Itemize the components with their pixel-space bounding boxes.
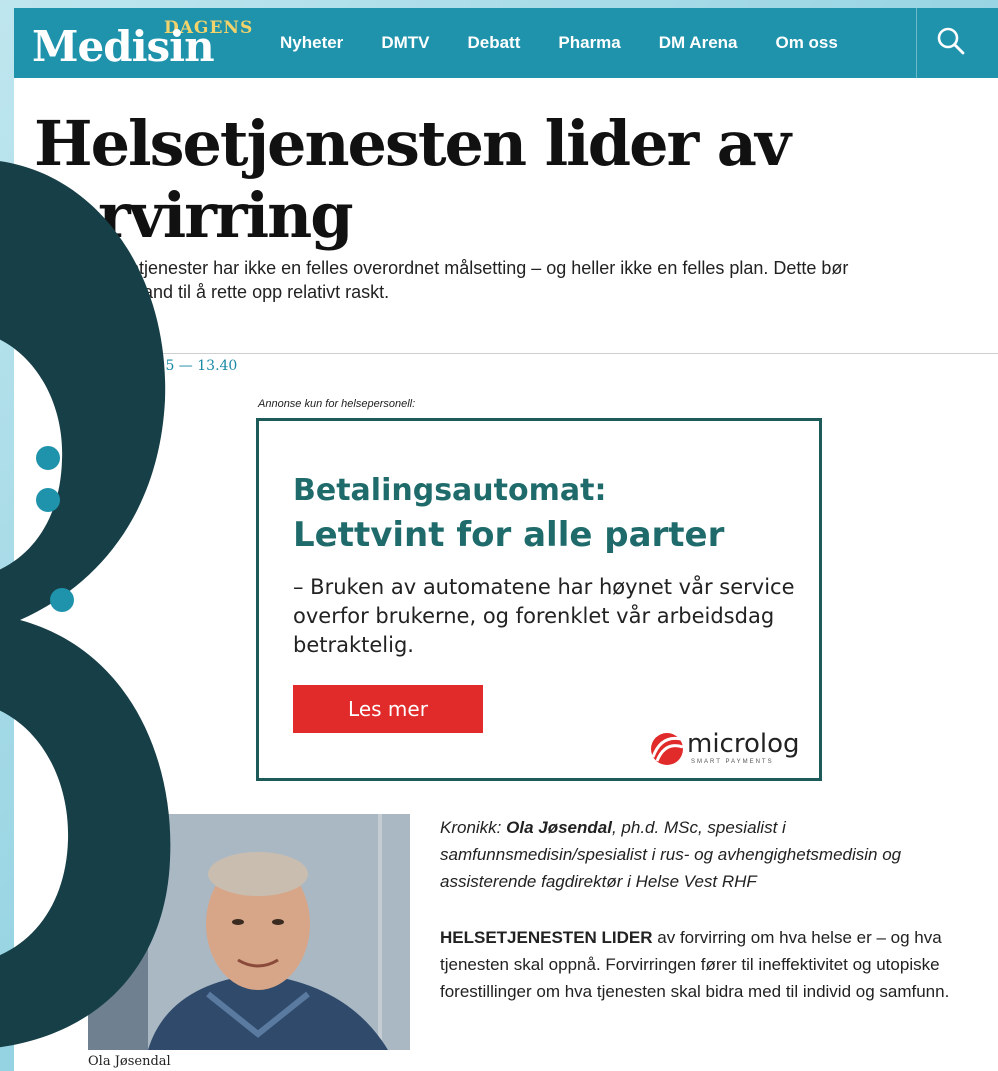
- main-nav: Nyheter DMTV Debatt Pharma DM Arena Om o…: [280, 8, 876, 78]
- ad-brand-name: microlog: [687, 729, 800, 759]
- advertisement[interactable]: Betalingsautomat: Lettvint for alle part…: [256, 418, 822, 781]
- nav-item-dmtv[interactable]: DMTV: [381, 33, 429, 53]
- site-logo[interactable]: DAGENS Medisin: [32, 18, 252, 70]
- article-page: DAGENS Medisin Nyheter DMTV Debatt Pharm…: [14, 8, 998, 1071]
- author-name: Ola Jøsendal: [506, 818, 612, 837]
- headline-line-1: Helsetjenesten lider av: [34, 107, 791, 180]
- article-headline: Helsetjenesten lider av forvirring: [34, 108, 934, 252]
- logo-big-text: Medisin: [32, 22, 215, 71]
- photo-caption: Ola Jøsendal: [88, 1054, 171, 1069]
- ad-brand-tagline: SMART PAYMENTS: [691, 759, 774, 765]
- ad-heading-1: Betalingsautomat:: [293, 473, 607, 508]
- divider-line: [34, 353, 998, 354]
- microlog-mark-icon: [651, 733, 684, 765]
- byline-prefix: Kronikk:: [440, 818, 507, 837]
- nav-item-dm-arena[interactable]: DM Arena: [659, 33, 738, 53]
- body-lead-caps: HELSETJENESTEN LIDER: [440, 928, 653, 947]
- lead-line-1: helsetjenester har ikke en felles overor…: [96, 258, 849, 278]
- ad-label: Annonse kun for helsepersonell:: [258, 398, 416, 410]
- headline-line-2: forvirring: [34, 179, 354, 252]
- nav-item-debatt[interactable]: Debatt: [467, 33, 520, 53]
- nav-item-nyheter[interactable]: Nyheter: [280, 33, 343, 53]
- microlog-logo: microlog SMART PAYMENTS: [647, 727, 817, 771]
- article-byline: Kronikk: Ola Jøsendal, ph.d. MSc, spesia…: [440, 814, 960, 895]
- ad-read-more-button[interactable]: Les mer: [293, 685, 483, 733]
- article-body: HELSETJENESTEN LIDER av forvirring om hv…: [440, 924, 960, 1005]
- lead-line-2: i stand til å rette opp relativt raskt.: [120, 282, 390, 302]
- publish-date: 08-25 — 13.40: [134, 358, 238, 374]
- nav-item-pharma[interactable]: Pharma: [558, 33, 620, 53]
- nav-divider: [916, 8, 917, 78]
- nav-item-om-oss[interactable]: Om oss: [775, 33, 837, 53]
- ad-heading-2: Lettvint for alle parter: [293, 515, 725, 555]
- article-lead: helsetjenester har ikke en felles overor…: [34, 256, 994, 304]
- ad-body-text: – Bruken av automatene har høynet vår se…: [293, 575, 795, 657]
- author-photo: [88, 814, 410, 1050]
- top-navigation-bar: DAGENS Medisin Nyheter DMTV Debatt Pharm…: [14, 8, 998, 78]
- search-icon[interactable]: [936, 26, 966, 56]
